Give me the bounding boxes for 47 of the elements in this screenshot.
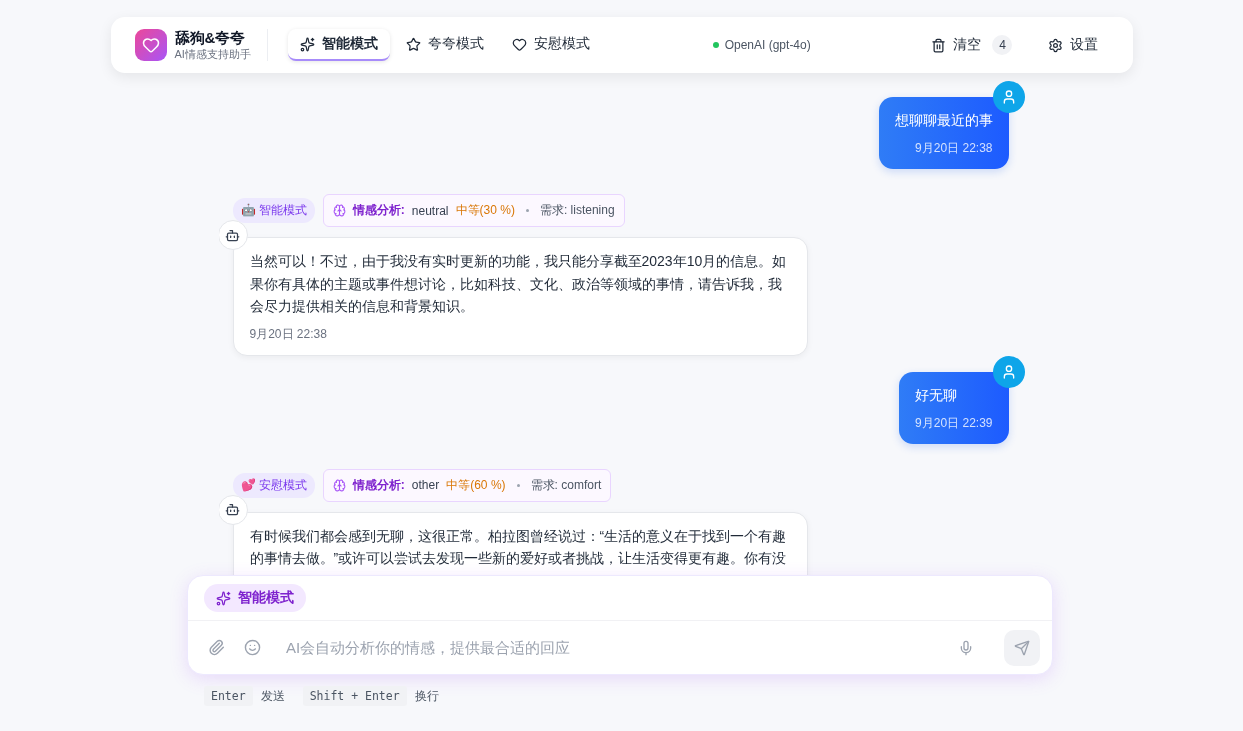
- message-text: 想聊聊最近的事: [894, 111, 993, 130]
- app-logo: [134, 29, 167, 61]
- mode-chip[interactable]: 智能模式: [204, 584, 306, 612]
- emotion-value: other: [411, 478, 440, 492]
- need-value: 需求: listening: [539, 202, 615, 219]
- intensity-value: 中等(30 %): [455, 202, 515, 219]
- send-icon: [1014, 639, 1030, 656]
- send-button[interactable]: [1004, 629, 1040, 666]
- paperclip-icon: [207, 639, 225, 656]
- mode-tab[interactable]: 夸夸模式: [393, 29, 496, 61]
- settings-icon: [1048, 37, 1064, 53]
- message-count: 4: [992, 35, 1013, 55]
- mode-tab[interactable]: 智能模式: [287, 29, 390, 61]
- trash-icon: [931, 37, 947, 53]
- analysis-label: 情感分析:: [352, 476, 405, 494]
- hint-text: 发送: [260, 687, 285, 705]
- microphone-icon: [958, 639, 974, 656]
- smile-icon: [243, 639, 261, 656]
- user-avatar: [992, 81, 1025, 113]
- app-title: 舔狗&夸夸: [174, 29, 247, 47]
- mode-tab[interactable]: 安慰模式: [499, 29, 602, 61]
- key-hint: Shift + Enter: [302, 686, 407, 706]
- brain-icon: [332, 478, 346, 492]
- sparkles-icon: [216, 590, 231, 606]
- brain-icon: [332, 204, 346, 217]
- heart-icon: [511, 36, 527, 52]
- model-status: OpenAI (gpt-4o): [724, 38, 811, 52]
- emotion-value: neutral: [411, 203, 449, 218]
- key-hint: Enter: [204, 686, 253, 706]
- app-subtitle: AI情感支持助手: [174, 47, 251, 61]
- star-icon: [405, 36, 421, 52]
- message-text: 有时候我们都会感到无聊，这很正常。柏拉图曾经说过：“生活的意义在于找到一个有趣的事情去做。”或许可以尝试去发现一些新的爱好或者挑战，让生活变得更有趣。你有没: [249, 526, 788, 568]
- clear-button[interactable]: 清空 4: [921, 29, 1023, 61]
- message-time: 9月20日 22:38: [249, 325, 328, 343]
- analysis-label: 情感分析:: [352, 202, 405, 219]
- settings-button[interactable]: 设置: [1038, 29, 1109, 61]
- message-time: 9月20日 22:38: [915, 140, 993, 157]
- mode-badge: 💕 安慰模式: [232, 472, 315, 498]
- message-text: 好无聊: [915, 385, 958, 405]
- user-avatar: [992, 355, 1025, 388]
- hint-text: 换行: [414, 687, 439, 705]
- message-text: 当然可以！不过，由于我没有实时更新的功能，我只能分享截至2023年10月的信息。如果你有具体的主题或事件想讨论，比如科技、文化、政治等领域的事情，请告诉我，我会尽力提供相关的信息和背景知识。: [249, 252, 788, 316]
- mode-badge: 🤖 智能模式: [232, 198, 315, 223]
- message-time: 9月20日 22:39: [915, 414, 993, 432]
- need-value: 需求: comfort: [530, 476, 602, 494]
- sparkles-icon: [299, 36, 315, 52]
- intensity-value: 中等(60 %): [446, 476, 506, 494]
